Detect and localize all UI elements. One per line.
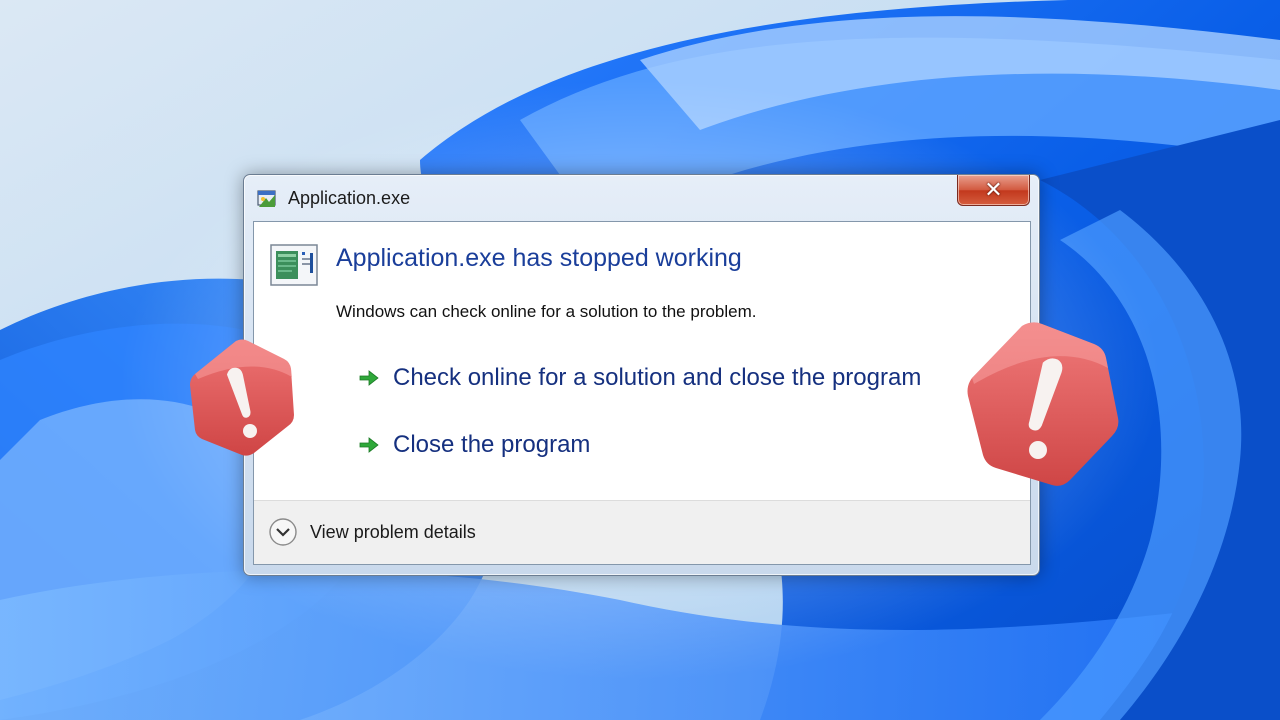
- chevron-down-circle-icon: [269, 518, 297, 546]
- main-instruction: Application.exe has stopped working: [336, 244, 742, 272]
- check-online-label: Check online for a solution and close th…: [393, 364, 922, 391]
- close-program-label: Close the program: [393, 431, 591, 458]
- application-exe-icon: [257, 190, 276, 207]
- view-problem-details-label: View problem details: [310, 521, 476, 542]
- warning-exclamation-icon: [967, 322, 1119, 486]
- window-title: Application.exe: [288, 188, 411, 208]
- close-program-command-link[interactable]: Close the program: [350, 425, 598, 465]
- content-text: Windows can check online for a solution …: [336, 302, 757, 321]
- dialog-footer: View problem details: [254, 500, 1030, 564]
- green-arrow-icon: [359, 370, 379, 386]
- dialog-content: Application.exe has stopped working Wind…: [253, 221, 1031, 565]
- close-button[interactable]: ✕: [957, 175, 1030, 206]
- view-problem-details-toggle[interactable]: View problem details: [268, 517, 476, 547]
- green-arrow-icon: [359, 437, 379, 453]
- program-window-icon: [270, 244, 318, 286]
- warning-exclamation-icon: [190, 339, 294, 456]
- close-icon: ✕: [984, 177, 1003, 202]
- error-dialog: Application.exe ✕ Application.exe has st…: [243, 174, 1040, 576]
- title-bar[interactable]: Application.exe ✕: [244, 175, 1039, 221]
- check-online-command-link[interactable]: Check online for a solution and close th…: [350, 358, 929, 398]
